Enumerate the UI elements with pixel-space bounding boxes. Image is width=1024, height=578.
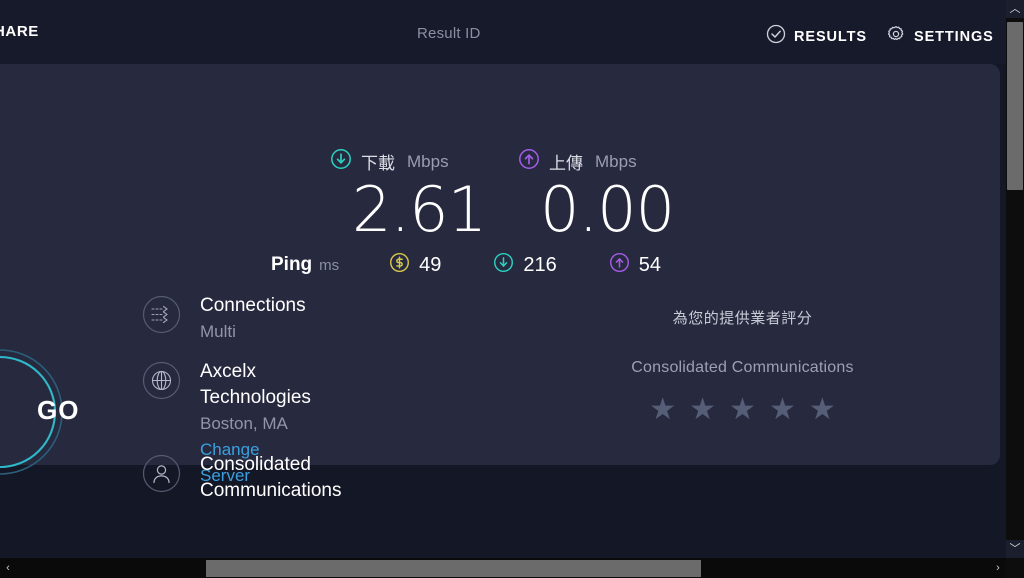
- upload-speed-block: 上傳 Mbps 0.00: [518, 148, 675, 247]
- star-icon[interactable]: ★: [809, 395, 836, 425]
- info-connections-text: Connections Multi: [200, 292, 306, 345]
- ping-unit: ms: [319, 256, 340, 274]
- download-unit: Mbps: [407, 151, 449, 171]
- download-speed-header: 下載 Mbps: [330, 148, 486, 175]
- gear-icon: [886, 24, 906, 49]
- scroll-left-arrow-icon[interactable]: ‹: [0, 558, 16, 578]
- upload-arrow-circle-icon: [518, 148, 540, 175]
- ping-download-value: 216: [523, 253, 557, 276]
- star-icon[interactable]: ★: [689, 395, 716, 425]
- server-name: Axcelx Technologies: [200, 361, 311, 408]
- go-button-label: GO: [37, 395, 80, 425]
- info-row-connections[interactable]: Connections Multi: [139, 292, 306, 345]
- upload-arrow-circle-icon: [609, 252, 630, 278]
- upload-speed-value: 0.00: [540, 173, 675, 246]
- star-icon[interactable]: ★: [649, 395, 676, 425]
- star-rating[interactable]: ★ ★ ★ ★ ★: [626, 395, 859, 425]
- result-panel: 下載 Mbps 2.61 上傳 Mbps 0.00 Ping ms 49 216…: [0, 64, 1000, 501]
- scroll-up-arrow-icon[interactable]: ︿: [1006, 0, 1024, 18]
- idle-latency-icon: [389, 252, 410, 278]
- ping-label: Ping: [271, 254, 313, 275]
- scrollbar-corner: [1006, 558, 1024, 578]
- star-icon[interactable]: ★: [769, 395, 796, 425]
- horizontal-scrollbar[interactable]: ‹ ›: [0, 558, 1024, 578]
- connections-title: Connections: [200, 295, 306, 316]
- horizontal-scrollbar-thumb[interactable]: [206, 560, 701, 577]
- connections-icon: [139, 292, 184, 337]
- download-speed-value: 2.61: [352, 173, 487, 246]
- ping-upload-item: 54: [609, 252, 661, 278]
- nav-results[interactable]: RESULTS: [766, 24, 867, 49]
- vertical-scrollbar-thumb[interactable]: [1007, 22, 1023, 190]
- ping-upload-value: 54: [638, 253, 662, 276]
- download-label: 下載: [361, 154, 395, 173]
- rating-title: 為您的提供業者評分: [672, 310, 813, 327]
- globe-icon: [139, 358, 184, 403]
- ping-download-item: 216: [493, 252, 557, 278]
- upload-unit: Mbps: [595, 151, 637, 171]
- scroll-down-arrow-icon[interactable]: ﹀: [1006, 540, 1024, 558]
- result-id-label: Result ID: [417, 25, 481, 42]
- rating-isp-name: Consolidated Communications: [631, 359, 854, 376]
- ping-idle-value: 49: [419, 253, 442, 276]
- download-arrow-circle-icon: [330, 148, 352, 175]
- ping-idle-item: 49: [389, 252, 441, 278]
- go-button[interactable]: GO: [0, 349, 105, 476]
- check-circle-icon: [766, 24, 786, 49]
- vertical-scrollbar[interactable]: ︿ ﹀: [1006, 0, 1024, 558]
- download-speed-block: 下載 Mbps 2.61: [330, 148, 487, 247]
- nav-results-label: RESULTS: [794, 28, 867, 45]
- ping-row: Ping ms 49 216 54: [271, 252, 661, 278]
- upload-label: 上傳: [549, 154, 583, 173]
- scroll-right-arrow-icon[interactable]: ›: [990, 558, 1006, 578]
- rating-panel: 為您的提供業者評分 Consolidated Communications ★ …: [626, 307, 859, 425]
- info-isp-text: Consolidated Communications: [200, 451, 342, 504]
- server-location: Boston, MA: [200, 414, 288, 433]
- star-icon[interactable]: ★: [729, 395, 756, 425]
- nav-settings[interactable]: SETTINGS: [886, 24, 994, 49]
- connections-subtitle: Multi: [200, 322, 236, 341]
- download-arrow-circle-icon: [493, 252, 514, 278]
- nav-settings-label: SETTINGS: [914, 28, 994, 45]
- connection-info: Connections Multi Axcelx Technologies Bo…: [139, 292, 342, 501]
- info-row-isp[interactable]: Consolidated Communications: [139, 451, 342, 504]
- share-button[interactable]: HARE: [0, 23, 39, 40]
- top-bar: HARE Result ID RESULTS SETTINGS: [0, 0, 1006, 64]
- upload-speed-header: 上傳 Mbps: [518, 148, 674, 175]
- person-icon: [139, 451, 184, 496]
- isp-name: Consolidated Communications: [200, 454, 342, 501]
